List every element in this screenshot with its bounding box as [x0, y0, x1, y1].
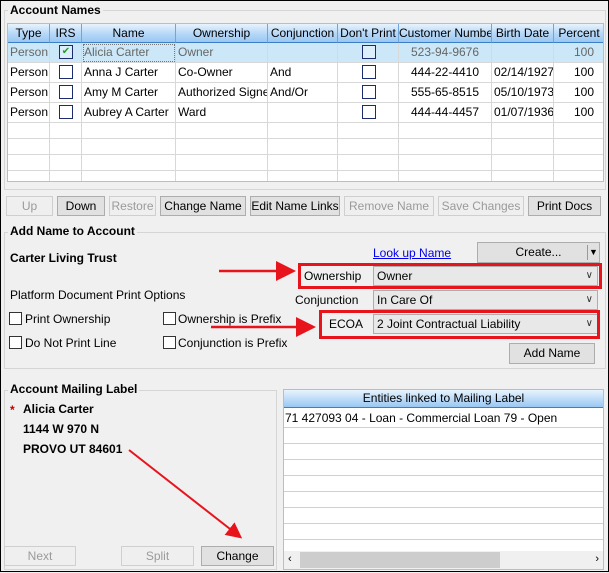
annotation-arrows	[128, 261, 316, 539]
arrow-to-change	[128, 449, 243, 539]
account-names-window: Account Names Type IRS Name Ownership Conjun…	[0, 0, 609, 572]
